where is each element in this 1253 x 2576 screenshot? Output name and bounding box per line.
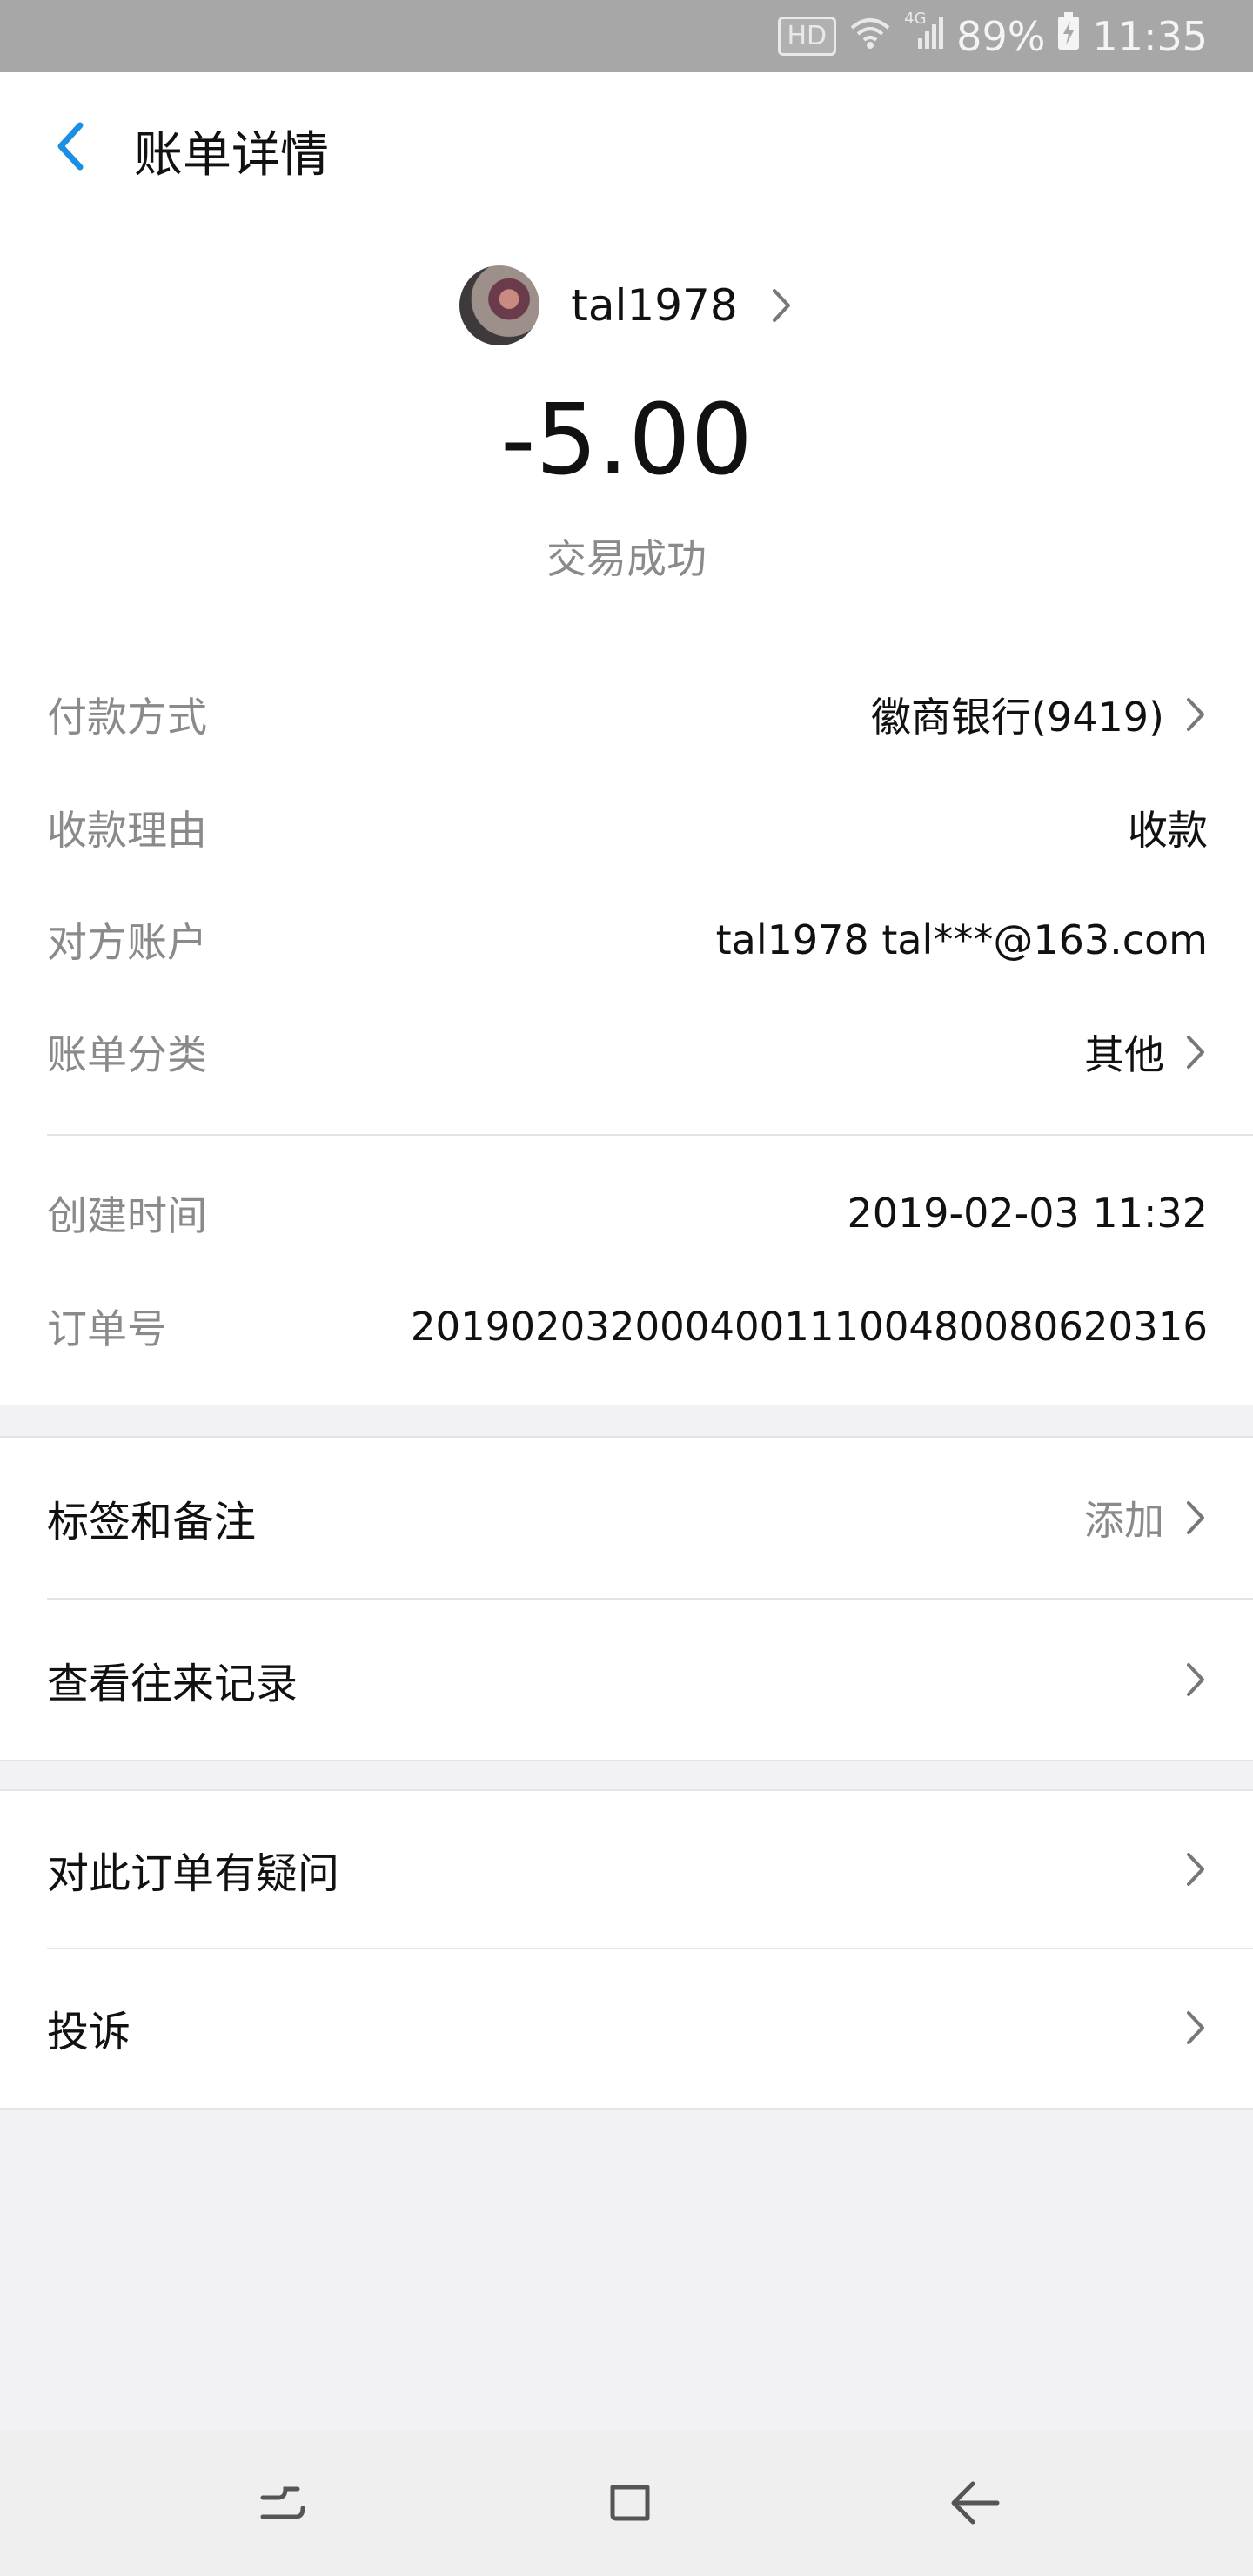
section-tags-history: 标签和备注 添加 查看往来记录 xyxy=(0,1436,1253,1761)
section-help: 对此订单有疑问 投诉 xyxy=(0,1789,1253,2110)
hd-badge: HD xyxy=(777,17,837,56)
chevron-left-icon xyxy=(57,122,84,171)
chevron-right-icon xyxy=(1187,1663,1204,1696)
payee-link[interactable]: tal1978 xyxy=(0,262,1253,349)
list-item-complaint[interactable]: 投诉 xyxy=(47,1949,1208,2106)
network-type: 4G xyxy=(904,9,927,28)
page-title: 账单详情 xyxy=(134,127,329,184)
detail-row-reason: 收款理由 收款 xyxy=(47,793,1208,862)
detail-label: 收款理由 xyxy=(47,807,207,854)
signal-icon: 4G xyxy=(904,9,944,60)
back-arrow-icon xyxy=(951,2481,1000,2525)
add-hint: 添加 xyxy=(1084,1497,1164,1544)
status-bar: HD 4G 89% 11:35 xyxy=(0,0,1253,72)
chevron-right-icon xyxy=(1187,2011,1204,2044)
meta-row-order-number: 订单号 20190203200040011100480080620316 xyxy=(47,1291,1208,1361)
meta-value: 20190203200040011100480080620316 xyxy=(410,1303,1208,1350)
detail-label: 对方账户 xyxy=(47,919,207,966)
meta-label: 订单号 xyxy=(47,1305,167,1352)
back-nav-button[interactable] xyxy=(943,2468,1013,2538)
detail-value: tal1978 tal***@163.com xyxy=(715,916,1208,963)
clock: 11:35 xyxy=(1092,12,1208,60)
back-button[interactable] xyxy=(35,111,104,181)
chevron-right-icon xyxy=(1187,1853,1204,1886)
list-item-tags-notes[interactable]: 标签和备注 添加 xyxy=(47,1438,1208,1598)
list-item-order-question[interactable]: 对此订单有疑问 xyxy=(47,1791,1208,1948)
system-navigation-bar xyxy=(0,2430,1253,2576)
wifi-icon xyxy=(848,13,892,60)
list-item-label: 标签和备注 xyxy=(47,1498,257,1546)
list-item-label: 投诉 xyxy=(47,2008,131,2056)
list-item-transaction-history[interactable]: 查看往来记录 xyxy=(47,1600,1208,1760)
meta-row-created-time: 创建时间 2019-02-03 11:32 xyxy=(47,1178,1208,1248)
trade-status: 交易成功 xyxy=(546,535,707,582)
recents-icon xyxy=(260,2486,305,2519)
detail-row-payment-method[interactable]: 付款方式 徽商银行(9419) xyxy=(47,680,1208,749)
chevron-right-icon xyxy=(1187,1501,1204,1534)
amount: -5.00 xyxy=(500,384,753,497)
detail-row-category[interactable]: 账单分类 其他 xyxy=(47,1017,1208,1087)
chevron-right-icon xyxy=(1187,1036,1204,1069)
avatar xyxy=(459,265,540,345)
list-item-label: 对此订单有疑问 xyxy=(47,1849,340,1898)
battery-percent: 89% xyxy=(956,12,1046,60)
recents-button[interactable] xyxy=(247,2468,317,2538)
detail-value: 其他 xyxy=(1084,1031,1164,1078)
home-button[interactable] xyxy=(595,2468,665,2538)
meta-value: 2019-02-03 11:32 xyxy=(847,1190,1208,1237)
detail-value: 徽商银行(9419) xyxy=(871,694,1164,741)
payee-name: tal1978 xyxy=(571,280,738,331)
detail-value: 收款 xyxy=(1128,807,1208,854)
meta-label: 创建时间 xyxy=(47,1192,207,1239)
detail-row-counterparty: 对方账户 tal1978 tal***@163.com xyxy=(47,905,1208,975)
chevron-right-icon xyxy=(772,289,790,322)
battery-charging-icon xyxy=(1057,12,1080,60)
detail-label: 账单分类 xyxy=(47,1031,207,1078)
list-item-label: 查看往来记录 xyxy=(47,1660,298,1708)
chevron-right-icon xyxy=(1187,698,1204,731)
header: 账单详情 xyxy=(0,72,1253,220)
detail-label: 付款方式 xyxy=(47,694,207,741)
home-icon xyxy=(610,2485,650,2521)
bill-summary: tal1978 -5.00 交易成功 付款方式 徽商银行(9419) 收款理由 … xyxy=(0,218,1253,1405)
divider xyxy=(47,1134,1253,1136)
